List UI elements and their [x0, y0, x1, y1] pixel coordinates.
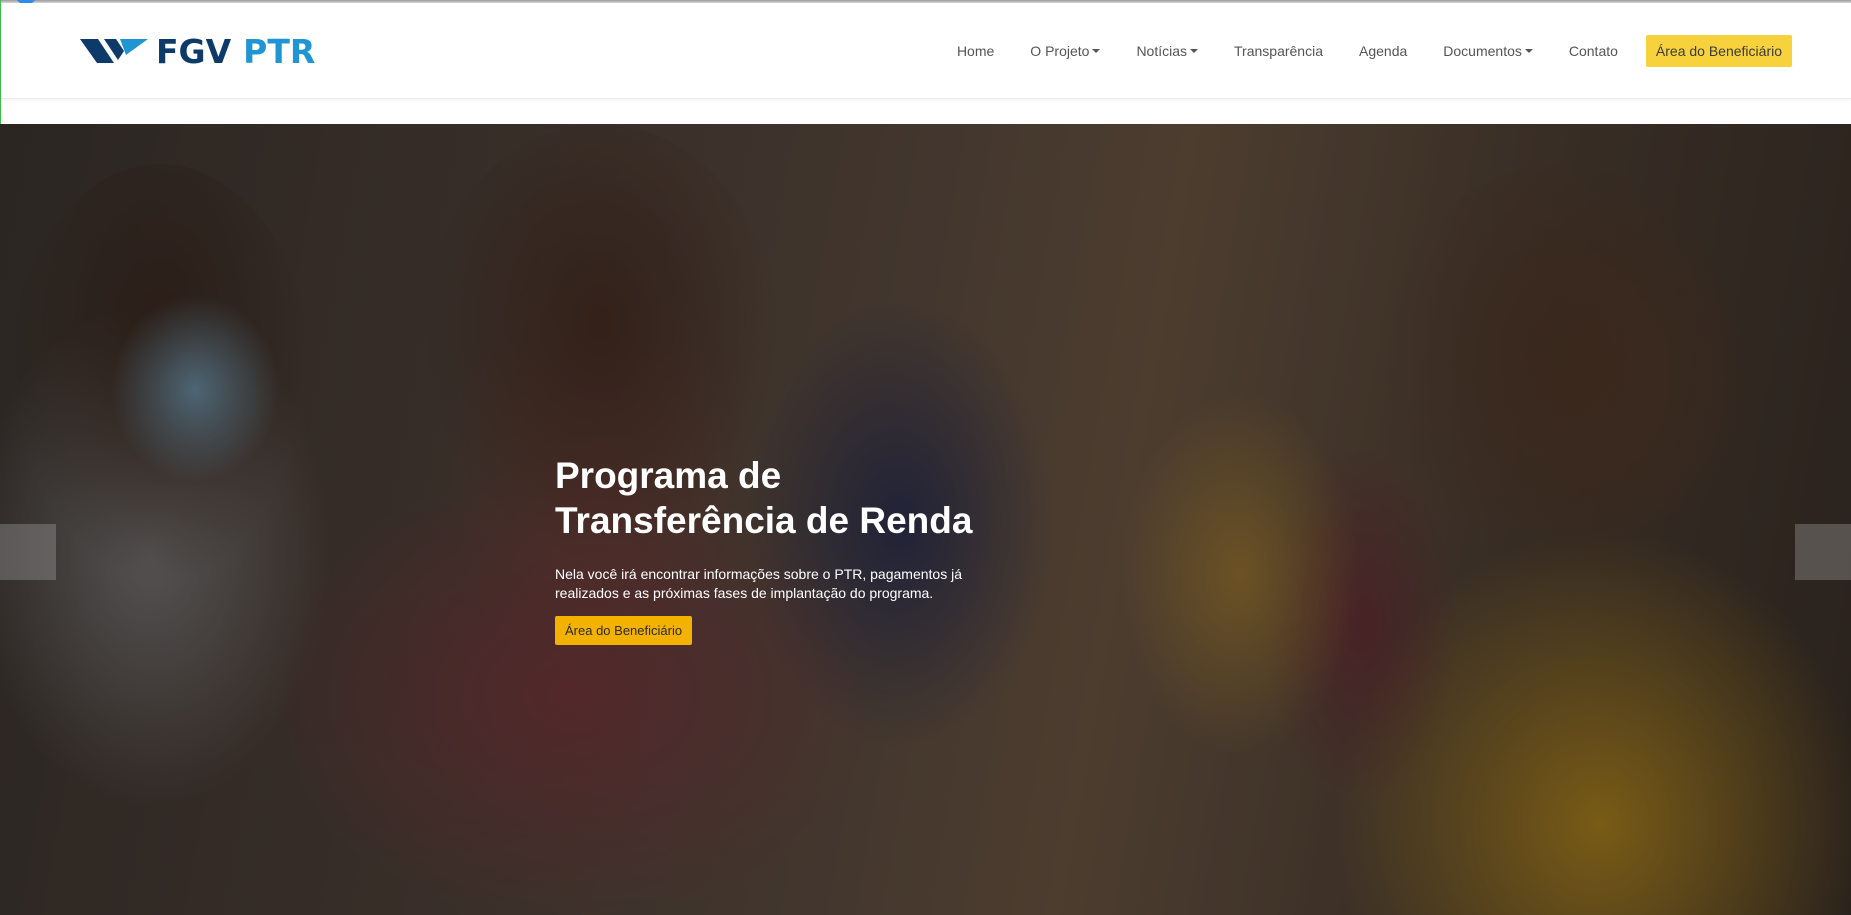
- brand-name-ptr: PTR: [243, 31, 316, 71]
- area-do-beneficiario-nav-button[interactable]: Área do Beneficiário: [1645, 35, 1792, 67]
- nav-o-projeto-label: O Projeto: [1030, 43, 1090, 59]
- hero-carousel: Programa de Transferência de Renda Nela …: [0, 124, 1851, 915]
- caret-down-icon: [1524, 49, 1533, 53]
- hero-description: Nela você irá encontrar informações sobr…: [555, 566, 962, 601]
- nav-home-label: Home: [956, 43, 995, 59]
- hero-caption: Programa de Transferência de Renda Nela …: [555, 453, 1035, 645]
- fgv-logo-icon: [80, 39, 148, 63]
- brand-name-fgv: FGV: [156, 31, 232, 71]
- nav-home[interactable]: Home: [939, 43, 1012, 59]
- nav-noticias-label: Notícias: [1136, 43, 1188, 59]
- nav-contato[interactable]: Contato: [1551, 43, 1636, 59]
- caret-down-icon: [1190, 49, 1199, 53]
- nav-agenda[interactable]: Agenda: [1341, 43, 1425, 59]
- main-navigation: Home O Projeto Notícias Transparência Ag…: [939, 34, 1792, 68]
- nav-contato-label: Contato: [1568, 43, 1618, 59]
- nav-agenda-label: Agenda: [1359, 43, 1408, 59]
- nav-o-projeto-dropdown[interactable]: O Projeto: [1012, 43, 1118, 59]
- hero-title: Programa de Transferência de Renda: [555, 455, 973, 541]
- brand-logo-link[interactable]: FGV PTR: [80, 31, 315, 71]
- carousel-prev-icon[interactable]: [0, 524, 56, 580]
- nav-noticias-dropdown[interactable]: Notícias: [1118, 43, 1216, 59]
- nav-transparencia[interactable]: Transparência: [1216, 43, 1341, 59]
- nav-documentos-label: Documentos: [1443, 43, 1522, 59]
- area-do-beneficiario-hero-button[interactable]: Área do Beneficiário: [555, 616, 693, 645]
- site-header: FGV PTR Home O Projeto Notícias Transpar…: [1, 3, 1851, 99]
- nav-transparencia-label: Transparência: [1234, 43, 1323, 59]
- nav-documentos-dropdown[interactable]: Documentos: [1425, 43, 1551, 59]
- carousel-next-icon[interactable]: [1795, 524, 1851, 580]
- caret-down-icon: [1092, 49, 1101, 53]
